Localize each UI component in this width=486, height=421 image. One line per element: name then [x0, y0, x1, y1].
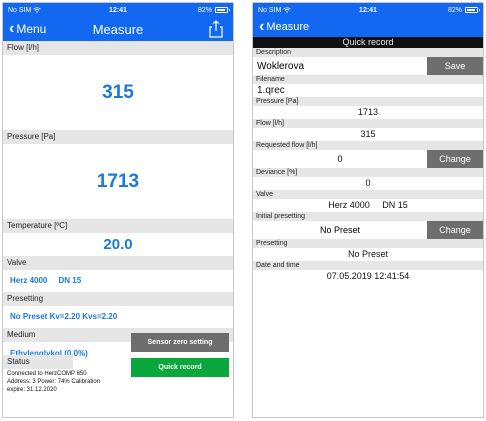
datetime-label: Date and time [253, 261, 483, 270]
temperature-value: 20.0 [103, 236, 133, 253]
requested-flow-value: 0 [337, 154, 343, 164]
battery-percent: 82% [197, 6, 212, 14]
status-line-3: expire: 31.12.2020 [7, 387, 57, 393]
pressure-label: Pressure [Pa] [253, 97, 483, 106]
valve-value: Herz 4000 DN 15 [10, 276, 82, 285]
status-label: Status [3, 355, 73, 369]
status-text: Connected to HerzCOMP 650 Address: 3 Pow… [7, 370, 137, 394]
filename-label: Filename [253, 75, 483, 84]
measure-screen: No SIM 12:41 82% ‹ Menu Measure Flow [l/… [2, 2, 234, 418]
valve-value: Herz 4000 DN 15 [328, 200, 408, 210]
presetting-value: No Preset [347, 249, 389, 259]
temperature-label: Temperature [ºC] [3, 219, 233, 233]
battery-percent: 82% [447, 6, 462, 14]
pressure-value: 1713 [96, 171, 140, 192]
deviance-value: 0 [365, 178, 371, 188]
carrier-group: No SIM [8, 6, 42, 14]
requested-flow-label: Requested flow [l/h] [253, 141, 483, 150]
battery-group: 82% [197, 6, 230, 14]
filename-input[interactable]: 1.qrec [253, 84, 483, 97]
deviance-label: Deviance [%] [253, 168, 483, 177]
back-button[interactable]: ‹ Menu [3, 21, 46, 37]
presetting-value: No Preset Kv=2.20 Kvs=2.20 [10, 312, 118, 321]
valve-label: Valve [253, 190, 483, 199]
chevron-left-icon: ‹ [259, 18, 265, 35]
status-bar: No SIM 12:41 82% [3, 3, 233, 17]
save-button[interactable]: Save [427, 57, 483, 75]
carrier-label: No SIM [8, 6, 32, 14]
status-line-2: Address: 3 Power: 74% Calibration [7, 379, 101, 385]
nav-bar: ‹ Measure [253, 17, 483, 37]
share-icon[interactable] [209, 20, 223, 38]
sensor-zero-button[interactable]: Sensor zero setting [131, 333, 229, 352]
change-initial-presetting-button[interactable]: Change [427, 221, 483, 239]
status-bar: No SIM 12:41 82% [253, 3, 483, 17]
datetime-value: 07.05.2019 12:41:54 [326, 271, 410, 281]
quick-record-button[interactable]: Quick record [131, 358, 229, 377]
carrier-group: No SIM [258, 6, 292, 14]
chevron-left-icon: ‹ [9, 20, 15, 37]
description-input[interactable]: Woklerova [253, 57, 427, 75]
flow-label: Flow [l/h] [253, 119, 483, 128]
back-label: Menu [16, 22, 47, 36]
change-requested-flow-button[interactable]: Change [427, 150, 483, 168]
flow-label: Flow [l/h] [3, 41, 233, 55]
back-button[interactable]: ‹ Measure [253, 19, 309, 35]
presetting-label: Presetting [3, 292, 233, 306]
pressure-label: Pressure [Pa] [3, 130, 233, 144]
quick-record-header: Quick record [253, 37, 483, 48]
description-row: Woklerova Save [253, 57, 483, 75]
battery-group: 82% [447, 6, 480, 14]
requested-flow-row: 0 Change [253, 150, 483, 168]
initial-presetting-label: Initial presetting [253, 212, 483, 221]
valve-label: Valve [3, 256, 233, 270]
battery-icon [465, 7, 480, 13]
initial-presetting-value: No Preset [319, 225, 361, 235]
nav-bar: ‹ Menu Measure [3, 17, 233, 41]
wifi-icon [283, 7, 292, 13]
wifi-icon [33, 7, 42, 13]
back-label: Measure [266, 21, 310, 33]
flow-value: 315 [360, 129, 376, 139]
carrier-label: No SIM [258, 6, 282, 14]
initial-presetting-row: No Preset Change [253, 221, 483, 239]
pressure-value: 1713 [357, 107, 379, 117]
battery-icon [215, 7, 230, 13]
description-label: Description [253, 48, 483, 57]
presetting-label: Presetting [253, 239, 483, 248]
quick-record-screen: No SIM 12:41 82% ‹ Measure Quick record … [252, 2, 484, 418]
flow-value: 315 [102, 82, 134, 103]
status-line-1: Connected to HerzCOMP 650 [7, 371, 87, 377]
